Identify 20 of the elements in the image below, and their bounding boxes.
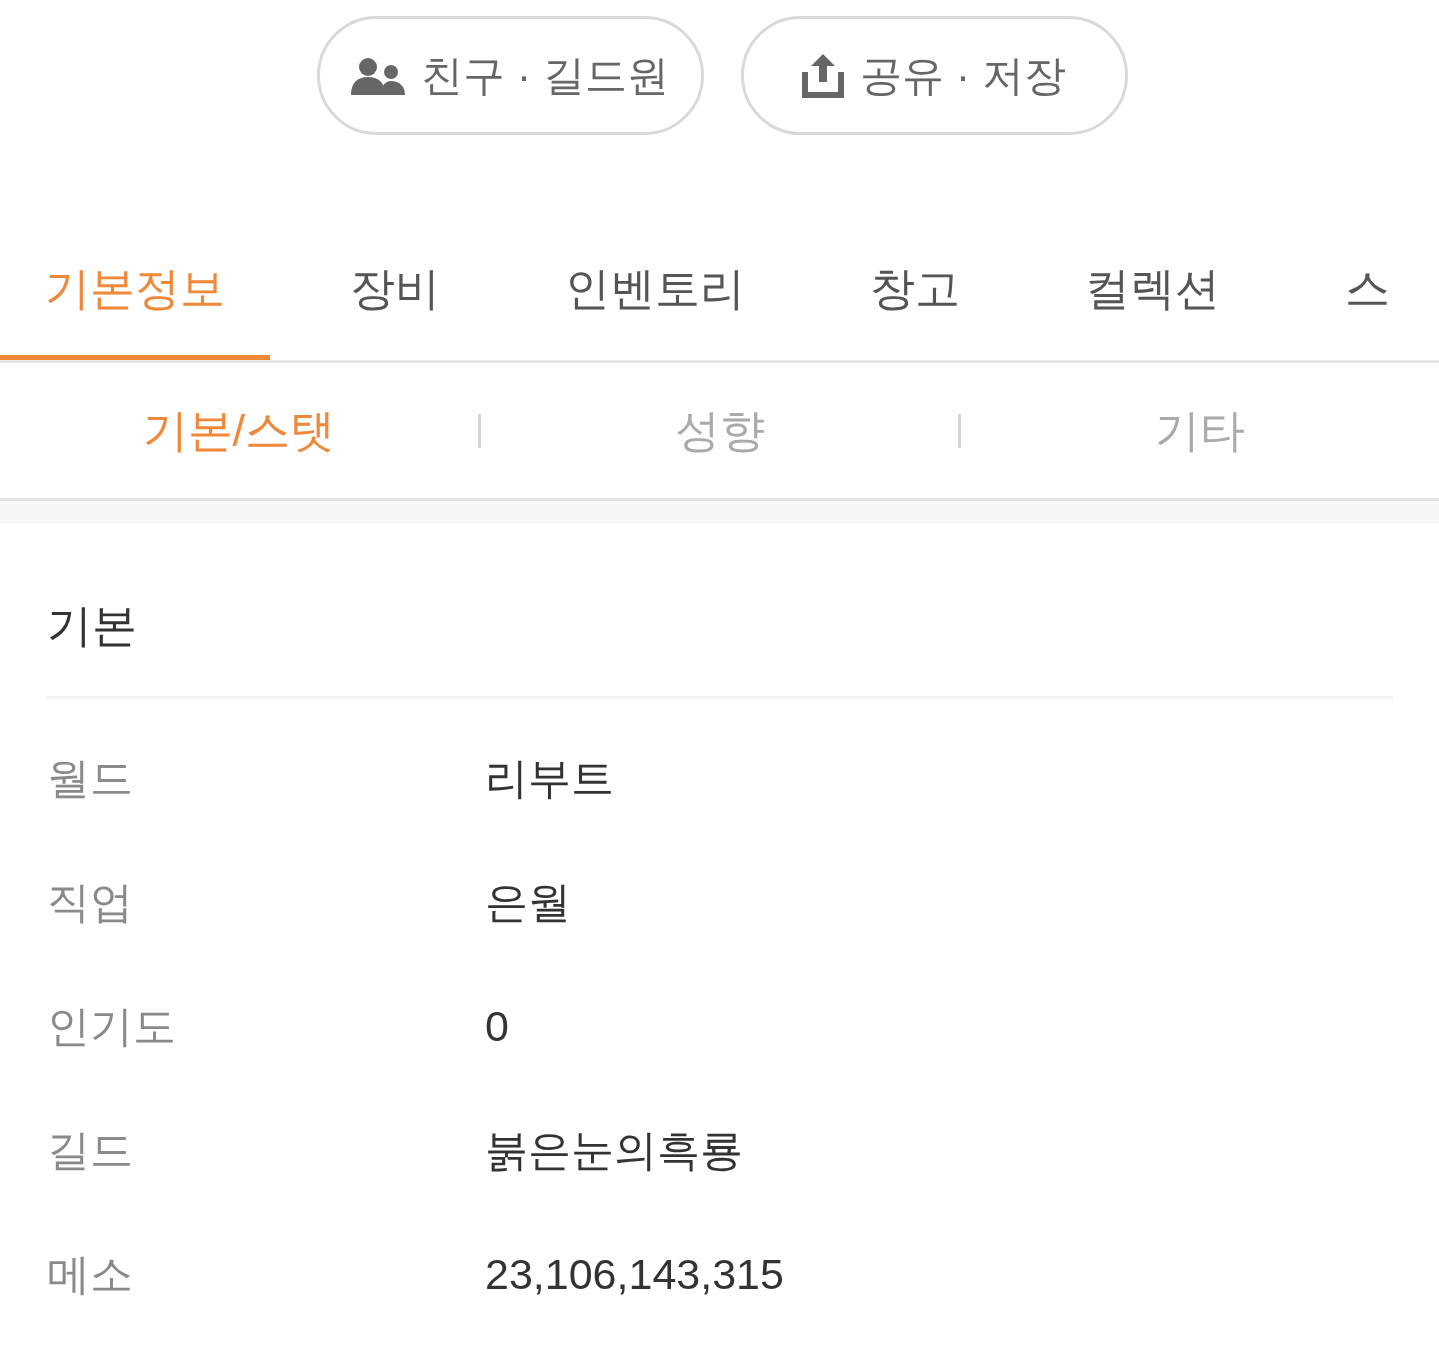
tab[interactable]: 컬렉션 (1040, 225, 1265, 360)
share-save-button[interactable]: 공유 · 저장 (740, 16, 1128, 135)
friends-guild-button[interactable]: 친구 · 길드원 (316, 16, 704, 135)
section-title: 기본 (46, 598, 137, 653)
field-label: 직업 (47, 876, 134, 928)
field-value: 붉은눈의흑룡 (485, 1124, 743, 1176)
people-icon (351, 56, 406, 95)
field-value: 리부트 (485, 752, 614, 804)
tab[interactable]: 인벤토리 (520, 225, 790, 360)
field-label: 메소 (47, 1248, 134, 1300)
field-label: 길드 (47, 1124, 134, 1176)
field-label: 인기도 (47, 1000, 177, 1052)
field-value: 은월 (485, 876, 571, 928)
tab[interactable]: 창고 (825, 225, 1005, 360)
field-label: 월드 (47, 752, 134, 804)
field-value: 0 (485, 1000, 509, 1052)
tab[interactable]: 장비 (305, 225, 485, 360)
field-value: 23,106,143,315 (485, 1248, 784, 1300)
tab[interactable]: 스 (1300, 225, 1435, 360)
upload-icon (802, 53, 845, 98)
